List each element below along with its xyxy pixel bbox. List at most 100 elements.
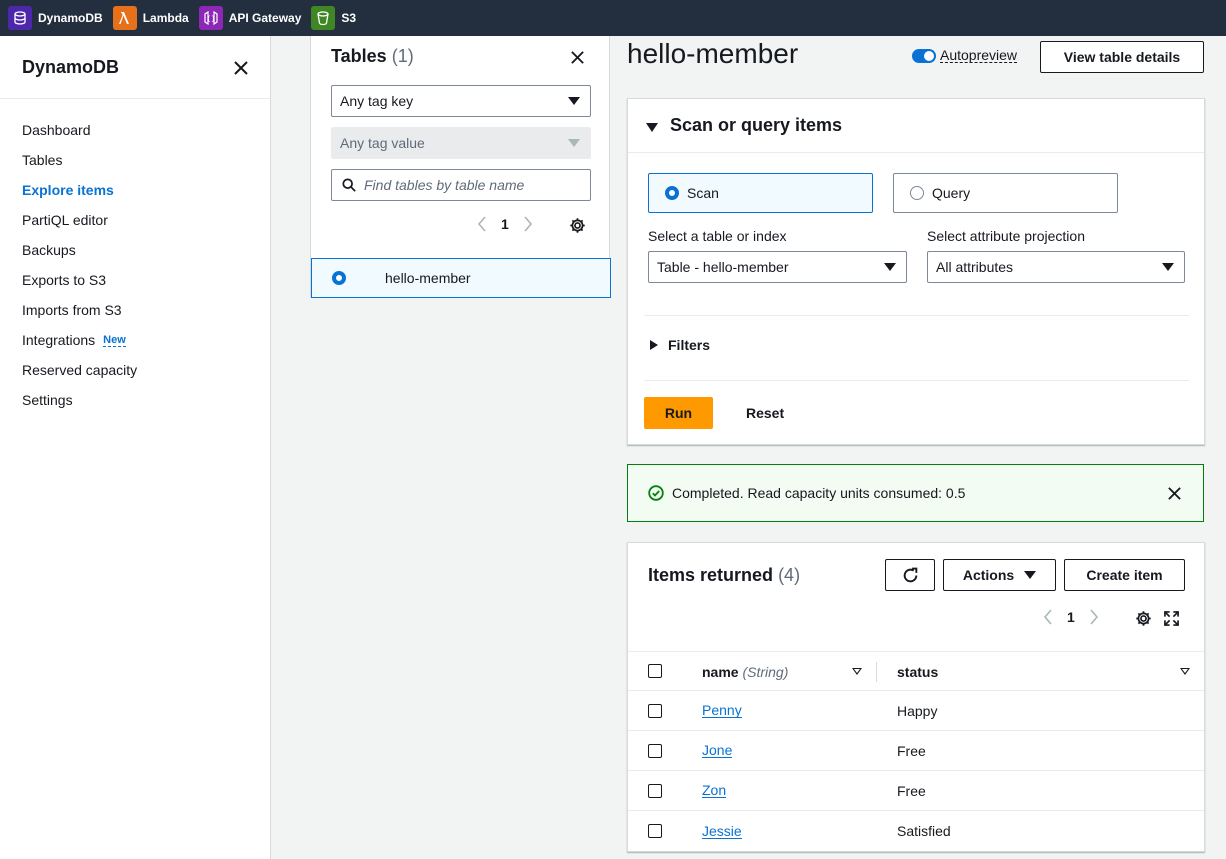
filters-label: Filters [668,337,711,353]
divider [644,380,1189,381]
favorite-lambda[interactable]: Lambda [112,0,189,36]
column-divider [876,662,877,682]
favorite-label: Lambda [142,11,189,25]
favorite-label: DynamoDB [38,11,103,25]
table-index-select[interactable]: Table - hello-member [648,251,907,283]
sidebar-item-label: Integrations [22,332,96,348]
favorite-api-gateway[interactable]: {} API Gateway [198,0,301,36]
sidebar-item-reserved-capacity[interactable]: Reserved capacity [0,355,270,385]
fullscreen-icon[interactable] [1164,611,1179,626]
sidebar-item-settings[interactable]: Settings [0,385,270,415]
column-header-name[interactable]: name (String) [702,664,788,680]
close-icon[interactable] [233,60,249,76]
new-badge: New [103,333,126,347]
top-navigation-bar: DynamoDB Lambda {} API Gateway S3 [0,0,1226,36]
lambda-icon [112,6,137,30]
items-title-text: Items returned [648,565,774,585]
sidebar-item-integrations[interactable]: Integrations New [0,325,270,355]
chevron-right-icon[interactable] [523,216,533,232]
actions-label: Actions [962,567,1015,583]
caret-down-icon [568,97,580,105]
scan-label: Scan [687,185,719,201]
autopreview-label: Autopreview [940,47,1018,63]
sidebar-item-imports-from-s3[interactable]: Imports from S3 [0,295,270,325]
items-count: (4) [778,565,801,585]
create-item-button[interactable]: Create item [1064,559,1185,591]
run-button[interactable]: Run [644,397,713,429]
caret-down-icon [884,263,896,271]
sort-icon[interactable] [1180,668,1190,675]
sidebar-item-dashboard[interactable]: Dashboard [0,115,270,145]
scan-radio[interactable] [665,186,679,200]
sidebar-item-backups[interactable]: Backups [0,235,270,265]
item-name-link[interactable]: Penny [702,703,742,718]
row-checkbox[interactable] [648,824,662,838]
scan-query-header[interactable]: Scan or query items [628,99,1204,153]
favorite-dynamodb[interactable]: DynamoDB [8,0,103,36]
tables-pagination: 1 [477,216,533,232]
query-option[interactable]: Query [893,173,1118,213]
gear-icon[interactable] [1135,610,1152,627]
projection-label: Select attribute projection [927,228,1085,244]
close-icon[interactable] [570,50,585,65]
table-index-label: Select a table or index [648,228,787,244]
tag-value-select: Any tag value [331,127,591,159]
item-name-link[interactable]: Jessie [702,824,742,839]
tag-key-value: Any tag key [340,93,414,109]
divider [644,315,1189,316]
filters-expander[interactable]: Filters [650,337,710,353]
row-checkbox[interactable] [648,704,662,718]
table-index-value: Table - hello-member [657,259,789,275]
reset-button[interactable]: Reset [746,405,784,421]
item-status: Free [897,782,926,799]
tables-title-text: Tables [331,46,387,66]
refresh-button[interactable] [885,559,935,591]
table-radio[interactable] [332,271,346,285]
caret-down-icon [1024,571,1037,579]
table-row: Jone Free [628,731,1204,771]
table-row: Penny Happy [628,691,1204,731]
chevron-right-icon[interactable] [1089,609,1099,625]
flash-message: Completed. Read capacity units consumed:… [672,485,966,501]
table-row: Jessie Satisfied [628,811,1204,851]
sort-icon[interactable] [852,668,862,675]
chevron-left-icon[interactable] [1043,609,1053,625]
sidebar-item-tables[interactable]: Tables [0,145,270,175]
tag-key-select[interactable]: Any tag key [331,85,591,117]
find-tables-search[interactable] [331,169,591,201]
item-name-link[interactable]: Zon [702,783,727,798]
sidebar-item-explore-items[interactable]: Explore items [0,175,270,205]
table-list-item[interactable]: hello-member [311,258,611,298]
row-checkbox[interactable] [648,784,662,798]
tables-count: (1) [391,46,414,66]
autopreview-toggle[interactable]: Autopreview [912,47,1018,63]
column-header-status[interactable]: status [897,664,938,680]
tables-panel-title: Tables (1) [331,46,414,67]
projection-select[interactable]: All attributes [927,251,1185,283]
favorite-label: S3 [341,11,357,25]
find-tables-input[interactable] [364,177,584,193]
table-name: hello-member [385,270,471,286]
gear-icon[interactable] [569,217,586,234]
actions-dropdown[interactable]: Actions [943,559,1056,591]
view-table-details-button[interactable]: View table details [1040,41,1204,73]
search-icon [342,178,356,192]
toggle-switch[interactable] [912,48,936,63]
item-status: Free [897,742,926,759]
tables-panel: Tables (1) Any tag key Any tag value 1 h… [310,36,611,298]
favorite-s3[interactable]: S3 [311,0,356,36]
side-navigation-title[interactable]: DynamoDB [22,57,119,78]
column-type-label: (String) [742,664,789,680]
row-checkbox[interactable] [648,744,662,758]
close-icon[interactable] [1167,486,1182,501]
chevron-left-icon[interactable] [477,216,487,232]
page-number[interactable]: 1 [501,216,509,232]
scan-option[interactable]: Scan [648,173,873,213]
page-number[interactable]: 1 [1067,609,1075,625]
query-radio[interactable] [910,186,924,200]
select-all-checkbox[interactable] [648,664,662,678]
item-status: Happy [897,702,938,719]
sidebar-item-exports-to-s3[interactable]: Exports to S3 [0,265,270,295]
item-name-link[interactable]: Jone [702,743,733,758]
sidebar-item-partiql-editor[interactable]: PartiQL editor [0,205,270,235]
